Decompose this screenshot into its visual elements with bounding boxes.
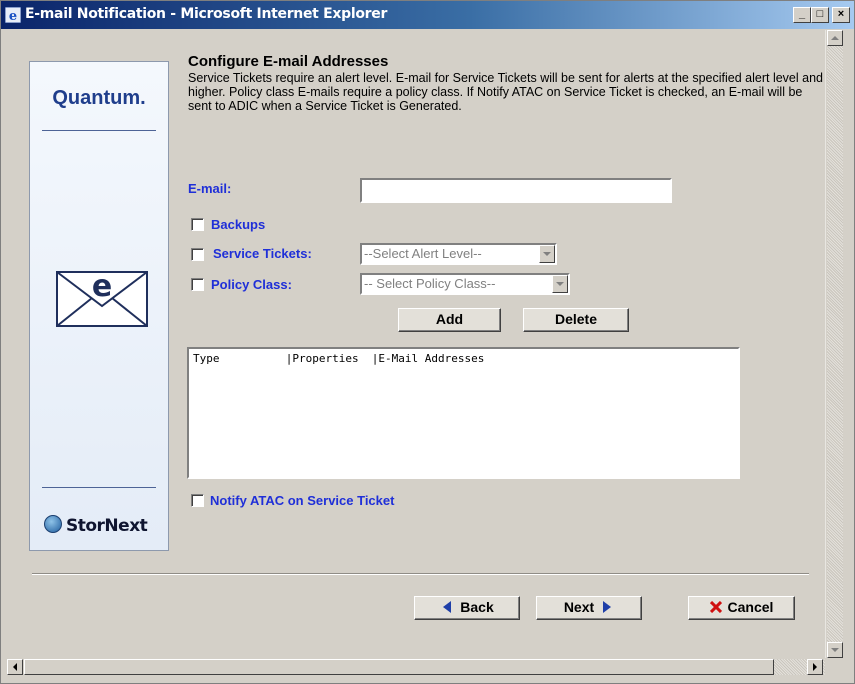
close-icon: × [837,8,845,20]
email-field[interactable] [360,178,672,203]
arrow-left-icon [13,663,17,671]
backups-checkbox[interactable] [191,218,204,231]
vertical-scroll-track[interactable] [827,46,843,642]
sidebar-divider-top [42,130,156,131]
scroll-down-button[interactable] [827,642,843,658]
policy-class-value: -- Select Policy Class-- [364,276,496,291]
horizontal-scrollbar[interactable] [6,658,843,676]
sidebar-divider-bottom [42,487,156,488]
chevron-down-icon [556,282,564,286]
maximize-icon: □ [816,8,824,20]
envelope-icon: e [56,269,148,327]
red-x-icon [709,600,722,614]
alert-level-dropdown-button[interactable] [539,245,555,263]
email-label: E-mail: [188,181,232,196]
service-tickets-label: Service Tickets: [213,246,312,261]
scroll-corner [825,659,843,675]
notify-atac-label: Notify ATAC on Service Ticket [210,493,395,508]
next-button[interactable]: Next [536,596,642,620]
minimize-button[interactable]: _ [793,7,811,23]
scroll-right-button[interactable] [807,659,823,675]
delete-button[interactable]: Delete [523,308,629,332]
minimize-icon: _ [798,8,806,20]
chevron-down-icon [543,252,551,256]
page-description: Service Tickets require an alert level. … [188,71,823,113]
backups-label: Backups [211,217,266,232]
notify-atac-checkbox[interactable] [191,494,204,507]
close-button[interactable]: × [832,7,850,23]
policy-class-select[interactable]: -- Select Policy Class-- [360,273,570,295]
arrow-up-icon [831,36,839,40]
arrow-right-icon [603,601,612,613]
stornext-logo-text: StorNext [66,516,148,536]
arrow-right-icon [813,663,817,671]
alert-level-select[interactable]: --Select Alert Level-- [360,243,557,265]
envelope-letter: e [92,269,112,304]
email-list[interactable]: Type |Properties |E-Mail Addresses [187,347,740,479]
title-bar[interactable]: e E-mail Notification - Microsoft Intern… [1,1,854,29]
arrow-left-icon [443,601,452,613]
policy-class-dropdown-button[interactable] [552,275,568,293]
browser-window: e E-mail Notification - Microsoft Intern… [0,0,855,684]
stornext-globe-icon [44,515,62,533]
service-tickets-checkbox[interactable] [191,248,204,261]
add-button[interactable]: Add [398,308,501,332]
quantum-logo: Quantum. [52,87,146,109]
footer-divider [32,573,809,575]
window-title: E-mail Notification - Microsoft Internet… [25,6,388,22]
cancel-button-label: Cancel [727,599,774,615]
back-button[interactable]: Back [414,596,520,620]
arrow-down-icon [831,648,839,652]
horizontal-scroll-thumb[interactable] [24,659,774,675]
maximize-button[interactable]: □ [811,7,829,23]
cancel-button[interactable]: Cancel [688,596,795,620]
alert-level-value: --Select Alert Level-- [364,246,482,261]
scroll-left-button[interactable] [7,659,23,675]
page-title: Configure E-mail Addresses [188,53,389,70]
email-list-header: Type |Properties |E-Mail Addresses [193,352,485,365]
back-button-label: Back [460,599,494,615]
ie-logo-icon: e [5,7,21,23]
scroll-up-button[interactable] [827,30,843,46]
branding-sidebar: Quantum. e StorNext [29,61,169,551]
vertical-scrollbar[interactable] [825,30,844,658]
stornext-logo: StorNext [44,515,148,536]
next-button-label: Next [563,599,595,615]
policy-class-label: Policy Class: [211,277,292,292]
svg-text:e: e [9,9,17,23]
policy-class-checkbox[interactable] [191,278,204,291]
